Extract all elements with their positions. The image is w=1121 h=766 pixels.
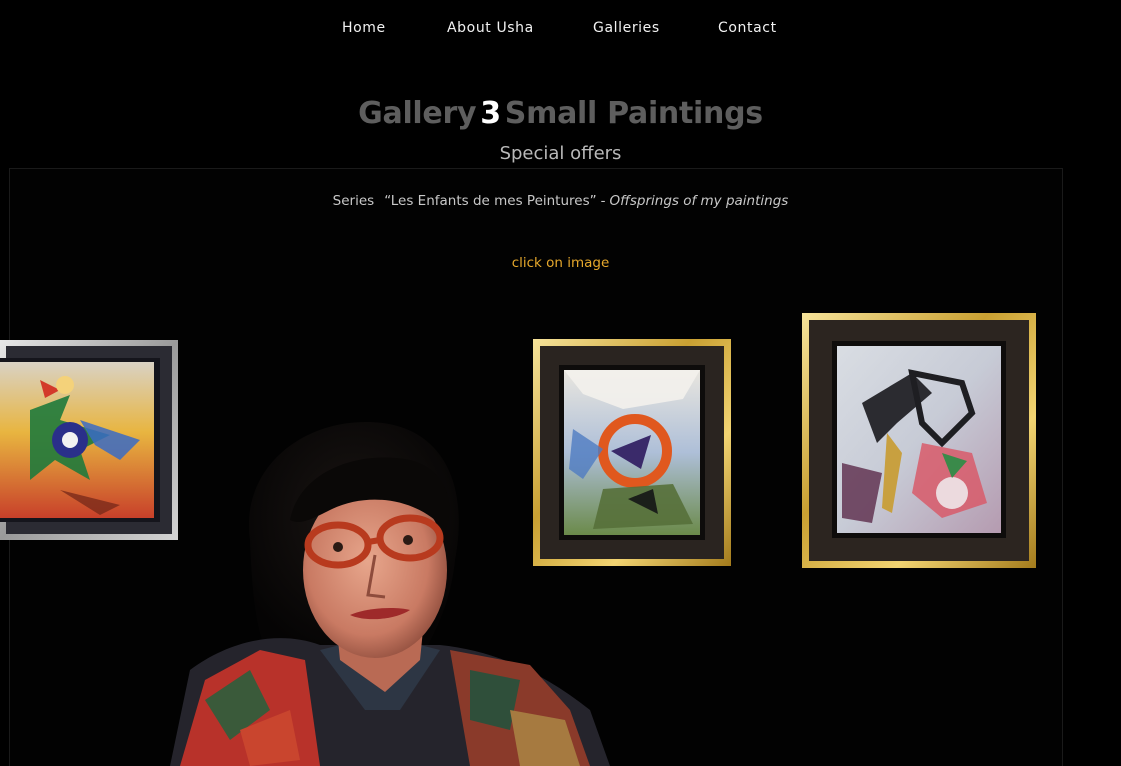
nav-galleries-link[interactable]: Galleries <box>593 20 660 36</box>
click-on-image-hint: click on image <box>511 255 610 271</box>
page-subtitle: Special offers <box>499 143 622 164</box>
main-nav: Home About Usha Galleries Contact <box>0 20 1121 42</box>
painting-3-image <box>802 313 1036 568</box>
artist-portrait <box>170 410 620 766</box>
nav-about-link[interactable]: About Usha <box>447 20 534 36</box>
series-separator: - <box>600 193 606 209</box>
series-line: Series “Les Enfants de mes Peintures” - Off… <box>0 193 1121 209</box>
painting-3-thumbnail[interactable] <box>802 313 1036 568</box>
title-gallery-number: 3 <box>480 96 501 131</box>
title-rest: Small Paintings <box>504 96 763 131</box>
artist-portrait-image <box>170 421 610 766</box>
painting-1-thumbnail[interactable] <box>0 340 178 540</box>
nav-contact-link[interactable]: Contact <box>718 20 777 36</box>
nav-home-link[interactable]: Home <box>342 20 386 36</box>
page-title: Gallery 3 Small Paintings <box>0 96 1121 131</box>
title-gallery-word: Gallery <box>358 96 477 131</box>
series-translation: Offsprings of my paintings <box>609 193 789 209</box>
painting-1-image <box>0 340 178 540</box>
series-name: “Les Enfants de mes Peintures” <box>384 193 597 209</box>
series-label: Series <box>332 193 375 209</box>
